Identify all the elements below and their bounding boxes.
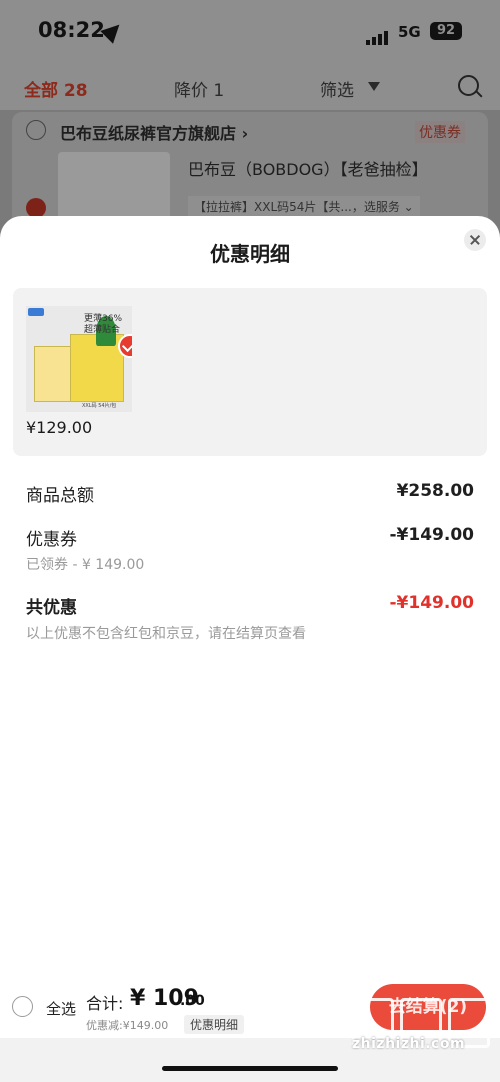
tab-filter[interactable]: 筛选 <box>320 76 354 101</box>
discount-note: 以上优惠不包含红包和京豆，请在结算页查看 <box>26 626 306 642</box>
subtotal-label: 商品总额 <box>26 486 94 506</box>
shop-coupon-tag[interactable]: 优惠券 <box>415 121 465 143</box>
watermark-logo: zhizhizhi.com <box>352 998 492 1054</box>
discount-summary: 优惠减:¥149.00 <box>86 1019 169 1032</box>
total-discount-label: 共优惠 <box>26 598 77 618</box>
watermark-text: zhizhizhi.com <box>352 1036 466 1052</box>
product-image-label: XXL码 54片/包 <box>82 403 117 409</box>
total-label: 合计: <box>86 994 124 1013</box>
coupon-sub: 已领券 - ¥ 149.00 <box>26 557 145 573</box>
discount-detail-button[interactable]: 优惠明细 <box>184 1015 245 1034</box>
select-all-label[interactable]: 全选 <box>46 998 76 1019</box>
status-time: 08:22 <box>38 18 105 42</box>
subtotal-value: ¥258.00 <box>396 481 474 501</box>
product-spec-selector[interactable]: 【拉拉裤】XXL码54片【共...，选服务 ⌄ <box>188 196 420 217</box>
search-icon[interactable] <box>458 75 479 96</box>
shop-name[interactable]: 巴布豆纸尿裤官方旗舰店 › <box>60 120 248 144</box>
select-all-radio[interactable] <box>12 996 33 1017</box>
filter-icon[interactable] <box>368 82 380 91</box>
product-image[interactable]: 更薄36% 超薄贴合 XXL码 54片/包 <box>26 306 132 412</box>
brand-tag-icon <box>28 308 44 316</box>
cart-top-nav: 全部 28 降价 1 筛选 <box>0 64 500 110</box>
product-image-text: 更薄36% 超薄贴合 <box>84 314 123 335</box>
product-title[interactable]: 巴布豆（BOBDOG）【老爸抽检】 <box>188 156 428 180</box>
battery-icon: 92 <box>430 22 462 40</box>
total-discount-value: -¥149.00 <box>389 593 475 613</box>
total-amount-decimal: .00 <box>180 993 205 1009</box>
coupon-value: -¥149.00 <box>389 525 475 545</box>
coupon-label: 优惠券 <box>26 530 77 550</box>
status-bar: 08:22 5G 92 <box>0 0 500 64</box>
close-icon[interactable] <box>464 229 486 251</box>
signal-icon <box>366 26 390 45</box>
home-indicator[interactable] <box>162 1066 338 1071</box>
discount-product-item: 更薄36% 超薄贴合 XXL码 54片/包 ¥129.00 <box>13 288 487 456</box>
discount-detail-sheet: 优惠明细 更薄36% 超薄贴合 XXL码 54片/包 ¥129.00 商品总额 … <box>0 216 500 1082</box>
tab-price-drop[interactable]: 降价 1 <box>174 76 224 101</box>
sheet-title: 优惠明细 <box>210 242 290 266</box>
product-checked-icon[interactable] <box>26 198 46 218</box>
network-type: 5G <box>398 23 421 41</box>
item-price: ¥129.00 <box>26 418 93 437</box>
tab-all[interactable]: 全部 28 <box>24 76 88 101</box>
shop-select-radio[interactable] <box>26 120 46 140</box>
